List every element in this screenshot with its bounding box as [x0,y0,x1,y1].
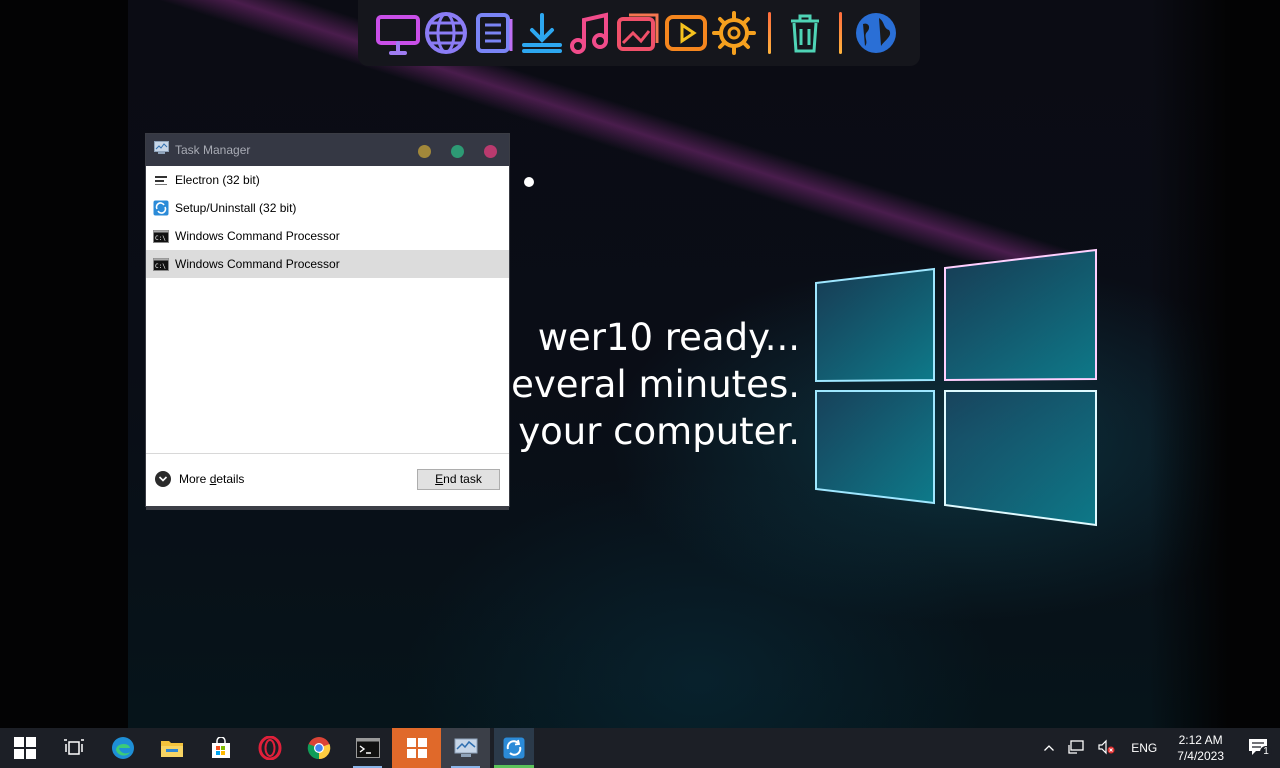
more-details-label: More details [179,472,245,486]
opera-icon [258,736,281,760]
chrome-button[interactable] [294,728,343,768]
setup-refresh-icon [503,737,525,759]
setup-icon [153,200,169,216]
setup-refresh-button[interactable] [494,728,534,768]
task-manager-icon [154,141,169,159]
document-list-icon[interactable] [470,9,518,57]
process-name: Electron (32 bit) [175,173,260,187]
process-row[interactable]: Electron (32 bit) [146,166,509,194]
clock-time: 2:12 AM [1178,733,1223,747]
process-row-selected[interactable]: C:\ Windows Command Processor [146,250,509,278]
trash-icon[interactable] [781,9,829,57]
file-explorer-button[interactable] [147,728,196,768]
edge-button[interactable] [98,728,147,768]
task-manager-icon [454,738,477,757]
task-manager-footer: More details End task [146,454,509,504]
task-view-icon [63,739,84,755]
chrome-icon [307,737,330,760]
more-details-toggle[interactable]: More details [155,471,244,487]
globe-icon[interactable] [422,9,470,57]
process-list: Electron (32 bit) Setup/Uninstall (32 bi… [146,166,509,454]
task-view-button[interactable] [49,728,98,768]
task-manager-window: Task Manager Electron (32 bit) Setup/Uni… [146,134,509,510]
svg-text:C:\: C:\ [155,263,166,270]
start-icon [13,737,36,759]
file-explorer-icon [160,741,183,757]
svg-text:C:\: C:\ [155,235,166,242]
electron-app-icon [153,172,169,188]
terminal-button[interactable] [343,728,392,768]
windows-setup-button[interactable] [392,728,441,768]
clock-date: 7/4/2023 [1177,749,1224,763]
notification-center-button[interactable]: 1 [1234,738,1280,759]
process-name: Windows Command Processor [175,229,340,243]
app-dock [358,0,920,66]
taskbar: ENG 2:12 AM 7/4/2023 1 [0,728,1280,768]
cmd-icon: C:\ [153,256,169,272]
download-icon[interactable] [518,9,566,57]
process-row[interactable]: C:\ Windows Command Processor [146,222,509,250]
music-icon[interactable] [566,9,614,57]
monitor-icon[interactable] [374,9,422,57]
dock-separator [768,12,771,54]
store-icon [211,737,230,758]
dock-separator [839,12,842,54]
world-icon[interactable] [852,9,900,57]
chevron-up-icon[interactable] [1037,741,1061,755]
maximize-button[interactable] [451,145,464,158]
minimize-button[interactable] [418,145,431,158]
process-row[interactable]: Setup/Uninstall (32 bit) [146,194,509,222]
task-manager-button[interactable] [441,728,490,768]
terminal-icon [355,738,380,758]
video-play-icon[interactable] [662,9,710,57]
start-button[interactable] [0,728,49,768]
process-name: Windows Command Processor [175,257,340,271]
chevron-down-icon [155,471,171,487]
notification-count: 1 [1260,745,1272,758]
end-task-button[interactable]: End task [417,468,500,490]
cmd-icon: C:\ [153,228,169,244]
task-manager-titlebar[interactable]: Task Manager [146,134,509,166]
store-button[interactable] [196,728,245,768]
volume-muted-icon[interactable] [1091,739,1121,758]
picture-icon[interactable] [614,9,662,57]
windows-logo-wallpaper [815,248,1097,527]
cursor-dot [524,177,534,187]
process-name: Setup/Uninstall (32 bit) [175,201,297,215]
settings-gear-icon[interactable] [710,9,758,57]
system-tray: ENG 2:12 AM 7/4/2023 1 [1037,728,1280,768]
language-indicator[interactable]: ENG [1121,741,1167,755]
close-button[interactable] [484,145,497,158]
window-title: Task Manager [175,143,251,157]
edge-icon [111,737,134,759]
opera-button[interactable] [245,728,294,768]
windows-setup-icon [406,738,427,758]
clock[interactable]: 2:12 AM 7/4/2023 [1167,732,1234,764]
network-icon[interactable] [1061,739,1091,758]
